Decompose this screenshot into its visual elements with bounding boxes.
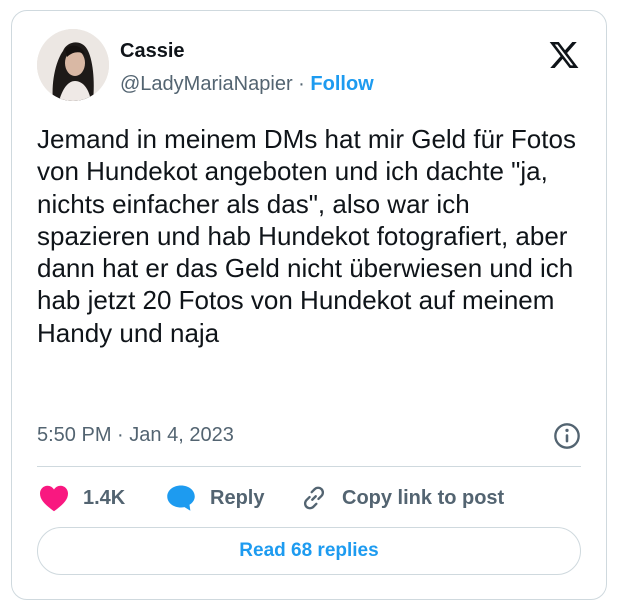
tweet-timestamp[interactable]: 5:50 PM · Jan 4, 2023 — [37, 424, 234, 447]
tweet-date: Jan 4, 2023 — [129, 424, 234, 446]
handle-separator: · — [298, 73, 305, 95]
read-replies-button[interactable]: Read 68 replies — [37, 527, 581, 575]
follow-link[interactable]: Follow — [310, 73, 373, 95]
speech-bubble-icon — [167, 485, 195, 511]
author-handle[interactable]: @LadyMariaNapier — [120, 73, 293, 95]
avatar-image — [37, 29, 109, 101]
info-icon[interactable] — [553, 422, 581, 450]
like-count: 1.4K — [83, 486, 126, 509]
copy-link-button[interactable]: Copy link to post — [300, 483, 504, 513]
reply-button[interactable]: Reply — [166, 483, 264, 513]
heart-icon — [40, 485, 68, 512]
meta-separator: · — [117, 424, 124, 446]
tweet-time: 5:50 PM — [37, 424, 112, 446]
tweet-card: Cassie @LadyMariaNapier · Follow Jemand … — [11, 10, 607, 600]
tweet-text: Jemand in meinem DMs hat mir Geld für Fo… — [37, 124, 576, 348]
x-logo-icon[interactable] — [547, 39, 581, 71]
link-icon — [303, 486, 325, 510]
author-handle-row: @LadyMariaNapier · Follow — [120, 73, 374, 96]
author-name[interactable]: Cassie — [120, 40, 185, 63]
avatar[interactable] — [37, 29, 109, 101]
reply-label: Reply — [210, 486, 265, 509]
like-button[interactable]: 1.4K — [39, 483, 125, 513]
copy-link-label: Copy link to post — [342, 486, 505, 509]
divider — [37, 466, 581, 467]
